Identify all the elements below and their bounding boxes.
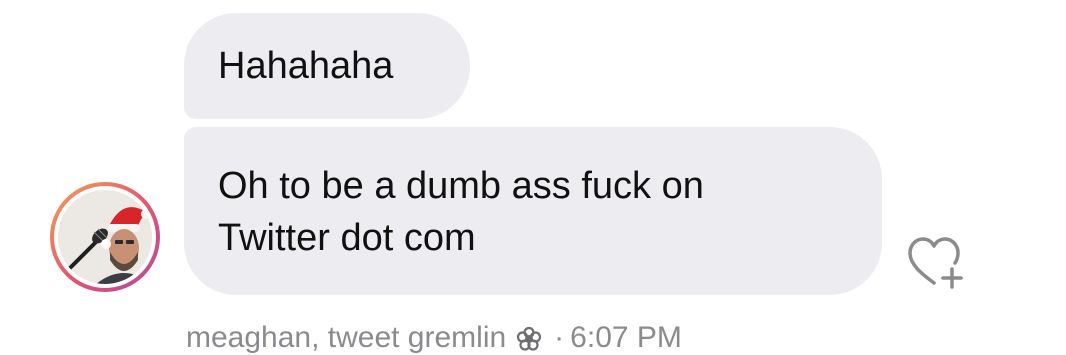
message-text: Hahahaha (218, 45, 394, 87)
add-reaction-heart-icon[interactable] (904, 233, 968, 289)
avatar-photo (58, 190, 152, 284)
message-bubble[interactable]: Oh to be a dumb ass fuck on Twitter dot … (184, 127, 882, 295)
avatar-image (58, 190, 152, 284)
message-text-line: Oh to be a dumb ass fuck on (218, 165, 704, 207)
flower-icon (517, 326, 542, 351)
timestamp: 6:07 PM (570, 321, 682, 354)
message-text-line: Twitter dot com (218, 217, 476, 259)
avatar-ring-gap (54, 186, 156, 288)
message-thread: Hahahaha Oh to be a dumb ass fuck on Twi… (0, 0, 1066, 355)
sender-name[interactable]: meaghan, tweet gremlin (186, 318, 506, 355)
avatar[interactable] (50, 182, 160, 292)
meta-separator: · (554, 321, 565, 354)
message-meta: meaghan, tweet gremlin · 6:07 PM (186, 318, 682, 355)
message-bubble[interactable]: Hahahaha (184, 13, 470, 119)
